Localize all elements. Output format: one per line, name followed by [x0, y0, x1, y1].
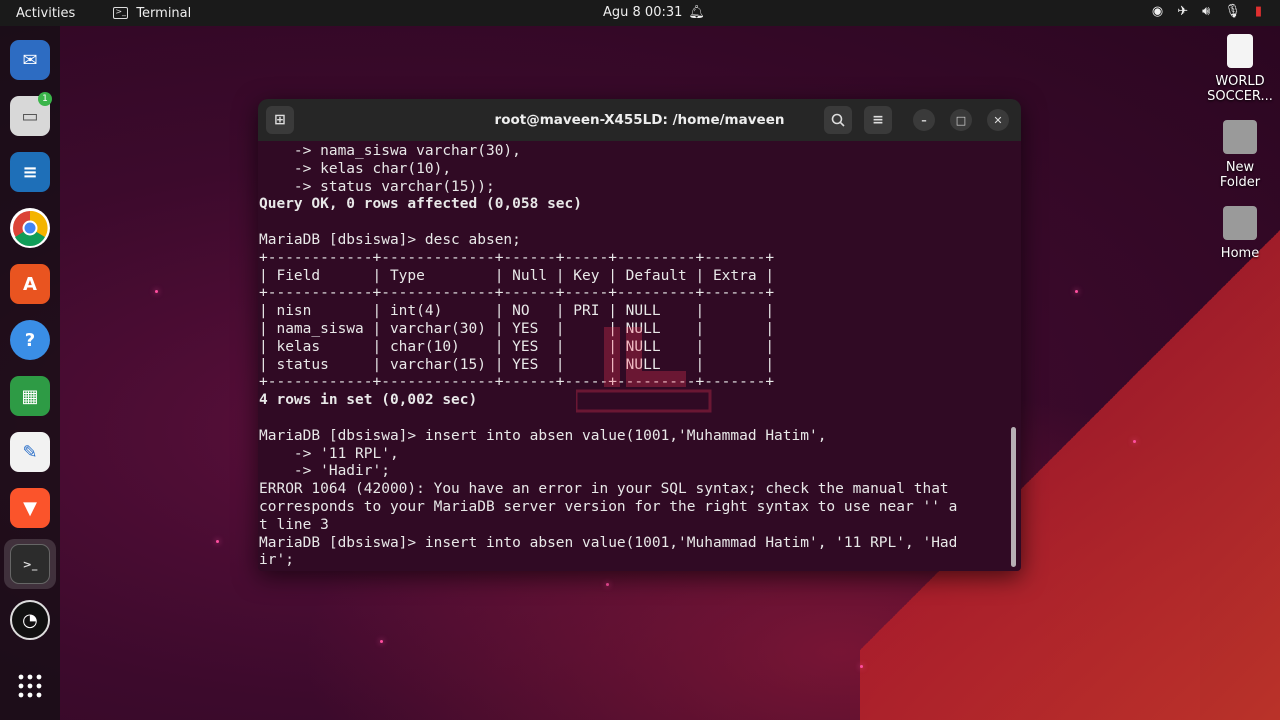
desktop-folder-new-folder[interactable]: New Folder	[1200, 120, 1280, 190]
battery-icon: ▮	[1254, 4, 1262, 19]
brave-icon[interactable]: ▼	[10, 488, 50, 528]
terminal-line: MariaDB [dbsiswa]> insert into absen val…	[259, 534, 958, 551]
terminal-line: -> nama_siswa varchar(30),	[259, 143, 521, 159]
activities-button[interactable]: Activities	[16, 6, 75, 21]
chrome-icon[interactable]	[10, 208, 50, 248]
desktop-icon-label: Home	[1220, 246, 1260, 261]
wallpaper-star	[155, 290, 158, 293]
clock[interactable]: Agu 8 00:31 🔔︎	[603, 5, 705, 20]
new-tab-button[interactable]: ⊞	[266, 106, 294, 134]
calc-icon[interactable]: ▦	[10, 376, 50, 416]
terminal-line: ir';	[259, 552, 294, 569]
app-menu[interactable]: >_ Terminal	[113, 6, 191, 21]
help-icon[interactable]: ?	[10, 320, 50, 360]
terminal-line: | nama_siswa | varchar(30) | YES | | NUL…	[259, 320, 775, 337]
wallpaper-star	[1133, 440, 1136, 443]
dock: ✉ ▭ 1 ≡ A ? ▦ ✎ ▼ >_ ◔	[0, 26, 60, 720]
terminal-line: -> kelas char(10),	[259, 160, 452, 177]
desktop-folder-home[interactable]: Home	[1200, 206, 1280, 261]
text-editor-icon[interactable]: ✎	[10, 432, 50, 472]
wallpaper-star	[216, 540, 219, 543]
close-button[interactable]: ✕	[987, 109, 1009, 131]
terminal-icon: >_	[113, 7, 129, 19]
app-menu-label: Terminal	[136, 5, 192, 21]
terminal-window[interactable]: ⊞ root@maveen-X455LD: /home/maveen ≡ – □…	[258, 99, 1021, 571]
terminal-line: Query OK, 0 rows affected (0,058 sec)	[259, 196, 583, 213]
app-center-icon[interactable]: A	[10, 264, 50, 304]
terminal-scrollbar[interactable]	[1011, 427, 1016, 567]
top-bar: Activities >_ Terminal Agu 8 00:31 🔔︎ ◉ …	[0, 0, 1280, 26]
terminal-line: +------------+-------------+------+-----…	[259, 374, 775, 391]
terminal-line: +------------+-------------+------+-----…	[259, 285, 775, 302]
document-icon	[1227, 34, 1253, 68]
terminal-line: | kelas | char(10) | YES | | NULL | |	[259, 338, 775, 355]
terminal-line: 4 rows in set (0,002 sec)	[259, 392, 478, 409]
terminal-line: ERROR 1064 (42000): You have an error in…	[259, 481, 949, 498]
search-icon	[831, 113, 845, 127]
minimize-button[interactable]: –	[913, 109, 935, 131]
system-tray[interactable]: ◉ ✈ 🔊︎ 🎙︎ ▮	[1152, 4, 1262, 19]
desktop-file-world-soccer[interactable]: WORLD SOCCER...	[1200, 34, 1280, 104]
show-apps-icon[interactable]	[10, 666, 50, 706]
files-badge: 1	[38, 92, 52, 106]
home-folder-icon	[1223, 206, 1257, 240]
desktop-icon-label: New Folder	[1219, 160, 1261, 190]
maximize-button[interactable]: □	[950, 109, 972, 131]
microphone-icon: 🎙︎	[1224, 4, 1241, 19]
airplane-mode-icon: ✈	[1177, 4, 1189, 19]
wallpaper-star	[380, 640, 383, 643]
terminal-line: MariaDB [dbsiswa]> insert into absen val…	[259, 427, 827, 444]
terminal-line: corresponds to your MariaDB server versi…	[259, 498, 958, 515]
window-title: root@maveen-X455LD: /home/maveen	[494, 112, 785, 128]
terminal-headerbar[interactable]: ⊞ root@maveen-X455LD: /home/maveen ≡ – □…	[258, 99, 1021, 141]
notification-bell-icon: 🔔︎	[688, 5, 705, 20]
terminal-line: -> '11 RPL',	[259, 445, 399, 462]
wallpaper-star	[860, 665, 863, 668]
terminal-line: | status | varchar(15) | YES | | NULL | …	[259, 356, 775, 373]
volume-icon: 🔊︎	[1202, 4, 1211, 19]
clock-label: Agu 8 00:31	[603, 5, 683, 20]
search-button[interactable]	[824, 106, 852, 134]
terminal-output[interactable]: -> nama_siswa varchar(30), -> kelas char…	[258, 141, 1021, 571]
wallpaper-star	[1075, 290, 1078, 293]
terminal-line: | nisn | int(4) | NO | PRI | NULL | |	[259, 303, 775, 320]
obs-tray-icon[interactable]: ◉	[1152, 4, 1163, 19]
terminal-line: -> 'Hadir';	[259, 463, 390, 480]
terminal-line: | Field | Type | Null | Key | Default | …	[259, 267, 775, 284]
desktop-icon-label: WORLD SOCCER...	[1207, 74, 1273, 104]
terminal-line: MariaDB [dbsiswa]> desc absen;	[259, 231, 521, 248]
folder-icon	[1223, 120, 1257, 154]
terminal-line: -> status varchar(15));	[259, 178, 495, 195]
thunderbird-icon[interactable]: ✉	[10, 40, 50, 80]
terminal-dock-icon[interactable]: >_	[10, 544, 50, 584]
wallpaper-star	[606, 583, 609, 586]
writer-icon[interactable]: ≡	[10, 152, 50, 192]
obs-icon[interactable]: ◔	[10, 600, 50, 640]
terminal-line: t line 3	[259, 516, 329, 533]
terminal-line: +------------+-------------+------+-----…	[259, 249, 775, 266]
menu-button[interactable]: ≡	[864, 106, 892, 134]
